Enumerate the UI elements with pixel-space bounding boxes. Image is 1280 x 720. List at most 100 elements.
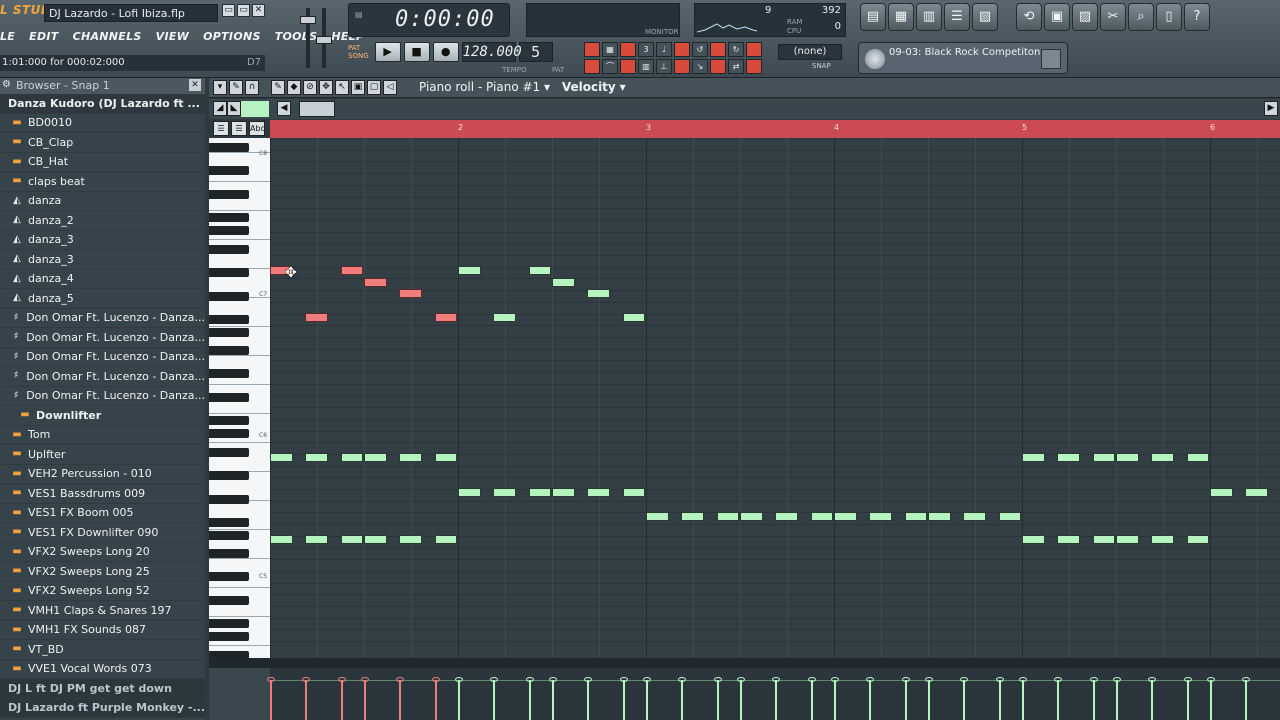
blend-icon[interactable]: ↻: [728, 42, 744, 57]
overdub-toggle[interactable]: [710, 42, 726, 57]
note[interactable]: [434, 535, 457, 545]
velocity-handle[interactable]: [267, 677, 275, 682]
render-icon[interactable]: ▨: [1072, 3, 1098, 31]
browser-item[interactable]: ▬ Uplfter: [0, 445, 205, 465]
velocity-stem[interactable]: [998, 680, 1001, 720]
browser-item[interactable]: ◭ danza_5: [0, 289, 205, 309]
browser-item[interactable]: ▬ VVE1 Vocal Words 073: [0, 660, 205, 679]
black-key[interactable]: [209, 572, 249, 581]
tempo-display[interactable]: 128.000: [461, 42, 522, 62]
timeline-ruler[interactable]: 2 3 4 5 6: [270, 120, 1280, 138]
volume-slider-handle[interactable]: [300, 16, 316, 24]
velocity-handle[interactable]: [925, 677, 933, 682]
browser-item[interactable]: ♯ Don Omar Ft. Lucenzo - Danza...: [0, 309, 205, 328]
preset-browser[interactable]: 09-03: Black Rock Competiton: [858, 42, 1068, 74]
velocity-stem[interactable]: [963, 680, 966, 720]
velocity-stem[interactable]: [1057, 680, 1060, 720]
velocity-stem[interactable]: [1186, 680, 1189, 720]
mute-icon[interactable]: ✥: [319, 80, 333, 95]
velocity-handle[interactable]: [1054, 677, 1063, 682]
note[interactable]: [458, 266, 481, 275]
step-edit-toggle[interactable]: [620, 42, 636, 57]
black-key[interactable]: [209, 470, 249, 480]
black-key[interactable]: [209, 632, 249, 641]
black-key[interactable]: [209, 314, 249, 324]
velocity-stem[interactable]: [1116, 680, 1118, 720]
browser-item[interactable]: ◭ danza_3: [0, 231, 205, 250]
note-names-button[interactable]: Abc: [249, 121, 265, 136]
velocity-handle[interactable]: [960, 677, 969, 682]
note[interactable]: [740, 511, 763, 521]
browser-item[interactable]: ▬ VEH2 Percussion - 010: [0, 465, 205, 484]
note[interactable]: [364, 453, 387, 463]
browser-item[interactable]: ▬ VFX2 Sweeps Long 25: [0, 562, 205, 582]
wait-input-icon[interactable]: ▥: [638, 59, 654, 74]
velocity-handle[interactable]: [1207, 677, 1215, 682]
browser-item[interactable]: ▬ claps beat: [0, 172, 205, 192]
velocity-handle[interactable]: [995, 677, 1004, 682]
white-key[interactable]: [209, 254, 270, 269]
mute-toggle[interactable]: [746, 42, 762, 57]
note[interactable]: [1210, 488, 1233, 498]
paint-icon[interactable]: ◆: [287, 80, 301, 95]
note[interactable]: [399, 535, 422, 545]
velocity-stem[interactable]: [646, 680, 648, 720]
velocity-handle[interactable]: [1183, 677, 1192, 682]
scroll-right-icon[interactable]: ▶: [1264, 101, 1278, 116]
browser-item[interactable]: ▬ VES1 FX Downlifter 090: [0, 523, 205, 543]
browser-item[interactable]: ♯ Don Omar Ft. Lucenzo - Danza...: [0, 328, 205, 348]
black-key[interactable]: [209, 650, 249, 658]
note[interactable]: [775, 511, 798, 521]
undo-icon[interactable]: ⟲: [1016, 3, 1042, 31]
note[interactable]: [340, 535, 363, 545]
velocity-stem[interactable]: [740, 680, 742, 720]
select-icon[interactable]: ▣: [351, 80, 365, 95]
menu-edit[interactable]: EDIT: [29, 30, 58, 43]
browser-item[interactable]: ♯ Don Omar Ft. Lucenzo - Danza...: [0, 387, 205, 406]
zoom-out-icon[interactable]: ◣: [227, 101, 241, 116]
step-icon[interactable]: ⊥: [656, 59, 672, 74]
black-key[interactable]: [209, 143, 249, 152]
tools-icon[interactable]: ✂: [1100, 3, 1126, 31]
velocity-stem[interactable]: [305, 680, 308, 720]
note-grid[interactable]: [270, 138, 1280, 658]
note[interactable]: [622, 488, 645, 498]
note[interactable]: [1092, 453, 1115, 463]
velocity-stem[interactable]: [834, 680, 836, 720]
velocity-stem[interactable]: [528, 680, 531, 720]
browser-item[interactable]: ▬ VES1 Bassdrums 009: [0, 484, 205, 504]
pitch-slider-handle[interactable]: [316, 36, 332, 44]
note[interactable]: [963, 511, 986, 521]
velocity-stem[interactable]: [1210, 680, 1212, 720]
note[interactable]: [1186, 453, 1209, 463]
note[interactable]: [587, 289, 610, 299]
note[interactable]: [1057, 453, 1080, 463]
typing-keyboard-toggle[interactable]: [584, 42, 600, 57]
scrollbar-handle[interactable]: [299, 101, 335, 117]
auto-scroll-toggle[interactable]: [584, 59, 600, 74]
browser-item[interactable]: ▬ VES1 FX Boom 005: [0, 504, 205, 523]
browser-item[interactable]: ▬ VMH1 FX Sounds 087: [0, 621, 205, 640]
browser-item[interactable]: ◭ danza_2: [0, 211, 205, 231]
pencil-icon[interactable]: ✎: [229, 80, 243, 95]
browser-footer-item[interactable]: DJ L ft DJ PM get get down: [0, 679, 205, 699]
velocity-stem[interactable]: [775, 680, 778, 720]
note[interactable]: [552, 277, 575, 287]
browser-item[interactable]: ▬ CB_Hat: [0, 153, 205, 172]
browser-close-icon[interactable]: ✕: [189, 79, 201, 91]
countdown-icon[interactable]: 3: [638, 42, 654, 57]
event-editor-splitter[interactable]: [209, 658, 1280, 668]
black-key[interactable]: [209, 190, 249, 199]
browser-footer-item[interactable]: DJ Lazardo ft Purple Monkey -...: [0, 698, 205, 718]
step-sequencer-icon[interactable]: ▦: [888, 3, 914, 31]
velocity-handle[interactable]: [678, 677, 687, 682]
velocity-stem[interactable]: [928, 680, 930, 720]
browser-item[interactable]: ◭ danza_3: [0, 250, 205, 270]
mixer-icon[interactable]: ▧: [972, 3, 998, 31]
note[interactable]: [904, 511, 927, 521]
velocity-editor[interactable]: [209, 668, 1280, 720]
velocity-stem[interactable]: [810, 680, 813, 720]
velocity-stem[interactable]: [340, 680, 343, 720]
note[interactable]: [364, 277, 387, 287]
black-key[interactable]: [209, 267, 249, 277]
